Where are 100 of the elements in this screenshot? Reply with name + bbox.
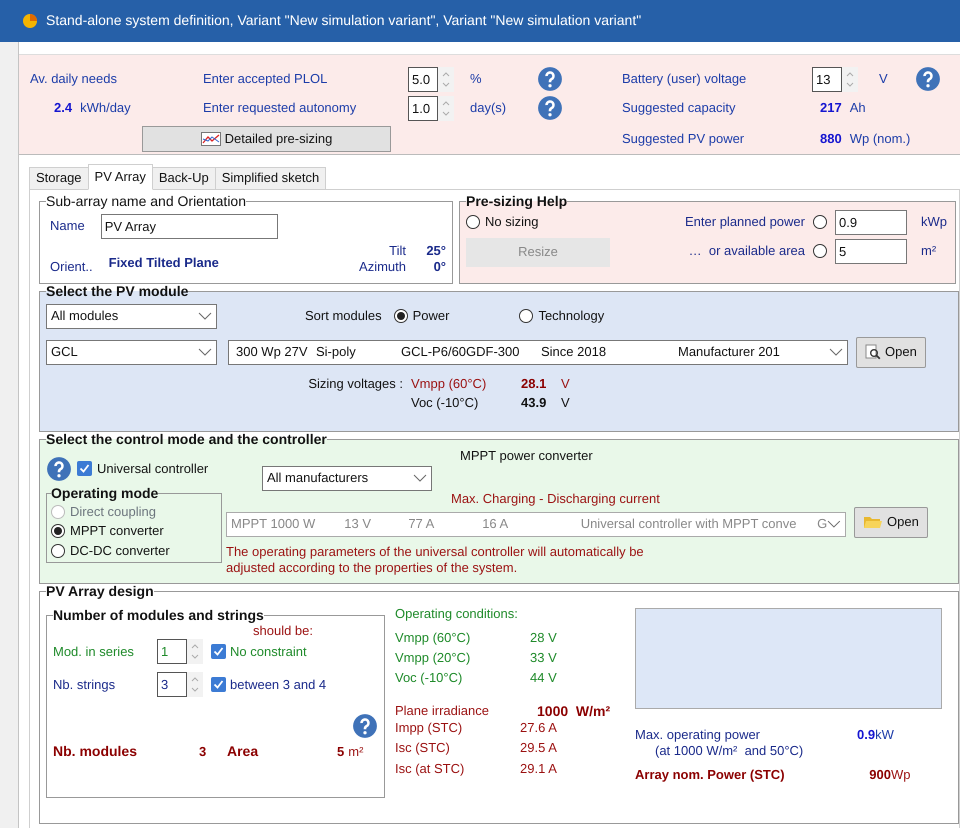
tab[interactable]: Simplified sketch bbox=[214, 167, 326, 190]
group-title: Select the PV module bbox=[46, 284, 188, 300]
label: Battery (user) voltage bbox=[622, 70, 748, 88]
manufacturer-dropdown[interactable]: GCL bbox=[46, 340, 217, 365]
chevron-icon[interactable] bbox=[829, 347, 843, 358]
label: Area bbox=[227, 743, 260, 761]
option-label: Enter planned power bbox=[685, 214, 805, 230]
module-dropdown[interactable]: 300 Wp 27V Si-poly GCL-P6/60GDF-300 Since 2018 Manufacturer 201 bbox=[228, 340, 848, 365]
label: Vmpp (20°C) bbox=[395, 650, 472, 666]
group-title: Pre-sizing Help bbox=[466, 194, 568, 210]
radio-button[interactable] bbox=[813, 215, 827, 230]
value: 3 bbox=[199, 744, 208, 760]
unit-label: V bbox=[561, 376, 571, 392]
option-label: No sizing bbox=[485, 214, 538, 230]
label: Azimuth bbox=[359, 258, 406, 276]
open-button[interactable]: Open bbox=[856, 336, 926, 368]
value: 29.5 A bbox=[520, 740, 558, 757]
label: Name bbox=[50, 218, 85, 234]
label: Enter requested autonomy bbox=[203, 100, 358, 116]
chevron-icon[interactable] bbox=[413, 473, 427, 484]
manufacturer-dropdown[interactable]: All manufacturers bbox=[262, 466, 432, 491]
name-field[interactable]: PV Array bbox=[100, 214, 278, 239]
tab[interactable]: PV Array bbox=[88, 164, 153, 190]
label: Vmpp (60°C) bbox=[411, 376, 488, 392]
unit-label: m² bbox=[920, 243, 938, 260]
label: Max. Charging - Discharging current bbox=[451, 490, 661, 507]
value: 43.9 bbox=[521, 394, 548, 412]
chevron-icon[interactable] bbox=[198, 347, 212, 358]
group-title: Select the control mode and the controller bbox=[46, 432, 327, 448]
radio-button[interactable] bbox=[466, 214, 480, 229]
value: 900 bbox=[868, 767, 891, 784]
group-title: Number of modules and strings bbox=[53, 608, 264, 624]
label: Enter accepted PLOL bbox=[203, 70, 328, 88]
label: Voc (-10°C) bbox=[411, 394, 480, 412]
option-label: Power bbox=[412, 308, 450, 324]
group-title: Operating mode bbox=[51, 486, 158, 502]
checkbox-label: between 3 and 4 bbox=[230, 676, 326, 693]
option-label: DC-DC converter bbox=[70, 542, 170, 559]
label: Max. operating power bbox=[635, 726, 762, 743]
value-field[interactable]: 13 bbox=[812, 66, 842, 92]
label: Plane irradiance bbox=[395, 702, 490, 720]
help-icon[interactable] bbox=[537, 66, 563, 92]
unit-label: kW bbox=[875, 726, 894, 743]
label: Vmpp (60°C) bbox=[395, 630, 472, 646]
folder-icon bbox=[863, 514, 883, 530]
option-label: … or available area bbox=[688, 243, 805, 260]
note-text: The operating parameters of the universal controller will automatically be adjusted according to the properties of the system. bbox=[226, 544, 645, 576]
option-label: Technology bbox=[538, 308, 604, 324]
option-label: Direct coupling bbox=[70, 504, 156, 520]
label: MPPT power converter bbox=[460, 448, 593, 464]
unit-label: % bbox=[470, 70, 483, 88]
radio-button[interactable] bbox=[394, 309, 408, 324]
radio-button[interactable] bbox=[813, 244, 827, 258]
label: Isc (STC) bbox=[395, 740, 451, 757]
tab[interactable]: Back-Up bbox=[152, 167, 216, 190]
label: Av. daily needs bbox=[30, 70, 118, 88]
checkbox-label: Universal controller bbox=[97, 460, 208, 477]
open-button[interactable]: Open bbox=[854, 506, 928, 538]
pre-sizing-button[interactable]: Detailed pre-sizing bbox=[142, 126, 391, 152]
label: Orient.. bbox=[50, 258, 93, 276]
search-icon bbox=[865, 344, 881, 360]
value-field[interactable]: 5 bbox=[835, 238, 907, 264]
help-icon[interactable] bbox=[46, 456, 72, 482]
unit-label: day(s) bbox=[470, 100, 508, 116]
label: Mod. in series bbox=[53, 644, 135, 660]
checkbox[interactable] bbox=[211, 677, 226, 692]
label: Voc (-10°C) bbox=[395, 670, 464, 687]
option-label: MPPT converter bbox=[70, 523, 164, 540]
chevron-icon[interactable] bbox=[198, 311, 212, 322]
value: 0.9 bbox=[857, 726, 876, 743]
radio-button[interactable] bbox=[51, 524, 65, 538]
help-icon[interactable] bbox=[915, 66, 941, 92]
unit-label: m² bbox=[348, 744, 364, 760]
label: Suggested capacity bbox=[622, 100, 736, 116]
radio-button[interactable] bbox=[519, 309, 534, 324]
help-icon[interactable] bbox=[537, 95, 563, 121]
unit-label: Wp bbox=[891, 767, 910, 784]
resize-button: Resize bbox=[466, 238, 610, 267]
unit-label: kWp bbox=[920, 214, 948, 230]
label: Nb. strings bbox=[53, 676, 116, 693]
value-field[interactable]: 1.0 bbox=[408, 96, 438, 120]
value-field[interactable]: 3 bbox=[157, 672, 187, 698]
chart-icon bbox=[200, 132, 221, 146]
checkbox[interactable] bbox=[77, 461, 92, 476]
filter-dropdown[interactable]: All modules bbox=[46, 304, 217, 329]
radio-button[interactable] bbox=[51, 544, 65, 558]
checkbox[interactable] bbox=[211, 644, 226, 660]
value: 2.4 bbox=[54, 100, 72, 116]
value-field[interactable]: 1 bbox=[157, 639, 187, 664]
unit-label: Wp (nom.) bbox=[850, 130, 910, 148]
value: 880 bbox=[820, 130, 842, 148]
value: 44 V bbox=[530, 670, 558, 687]
value-field[interactable]: 0.9 bbox=[835, 210, 907, 235]
unit-label: Ah bbox=[850, 100, 866, 116]
value: 5 bbox=[337, 744, 344, 760]
value-field[interactable]: 5.0 bbox=[408, 66, 438, 92]
help-icon[interactable] bbox=[352, 713, 378, 740]
label: Sizing voltages : bbox=[307, 376, 404, 392]
label: Nb. modules bbox=[53, 743, 138, 761]
tab[interactable]: Storage bbox=[29, 167, 89, 190]
